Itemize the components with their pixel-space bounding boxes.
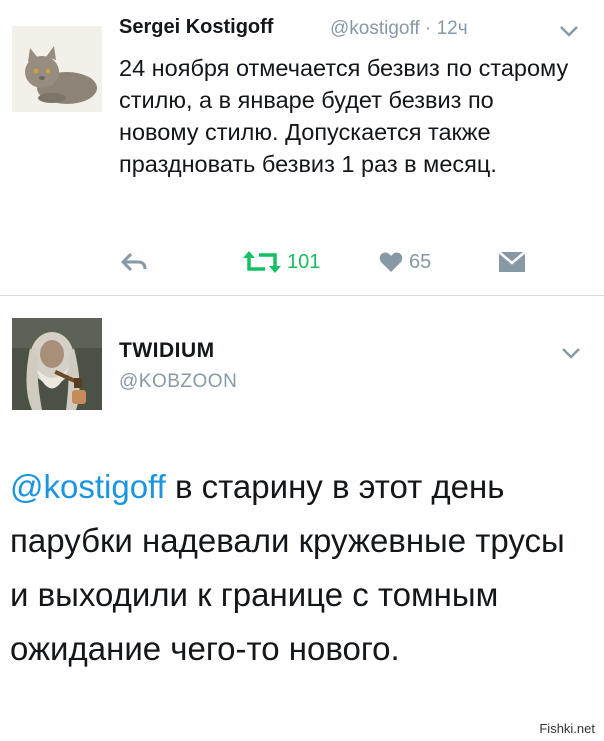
author-name[interactable]: TWIDIUM — [119, 339, 215, 363]
retweet-button[interactable]: 101 — [243, 246, 320, 278]
tweet-actions: 101 65 — [0, 246, 604, 278]
reply-icon — [121, 252, 147, 272]
heart-icon — [379, 252, 403, 272]
avatar[interactable] — [12, 318, 102, 410]
timestamp[interactable]: 12ч — [437, 18, 468, 39]
tweet-card[interactable]: TWIDIUM @KOBZOON @kostigoff в старину в … — [0, 296, 604, 741]
author-handle[interactable]: @kostigoff — [330, 18, 420, 39]
like-count: 65 — [409, 250, 432, 273]
chevron-down-icon[interactable] — [558, 24, 580, 38]
meta-separator: · — [424, 18, 432, 39]
reply-button[interactable] — [120, 246, 148, 278]
author-name[interactable]: Sergei Kostigoff — [119, 16, 273, 39]
envelope-icon — [498, 251, 526, 272]
retweet-count: 101 — [287, 250, 321, 273]
tweet-text: @kostigoff в старину в этот день парубки… — [10, 460, 590, 676]
chevron-down-icon[interactable] — [560, 346, 582, 360]
avatar[interactable] — [12, 26, 102, 112]
like-button[interactable]: 65 — [379, 246, 431, 278]
retweet-icon — [243, 251, 281, 273]
watermark: Fishki.net — [536, 720, 598, 737]
direct-message-button[interactable] — [498, 246, 526, 278]
tweet-meta: @kostigoff · 12ч — [330, 18, 468, 40]
tweet-text: 24 ноября отмечается безвиз по старому с… — [119, 55, 569, 177]
mention-link[interactable]: @kostigoff — [10, 468, 166, 505]
tweet-card[interactable]: Sergei Kostigoff @kostigoff · 12ч 24 ноя… — [0, 0, 604, 295]
author-handle[interactable]: @KOBZOON — [119, 371, 237, 393]
